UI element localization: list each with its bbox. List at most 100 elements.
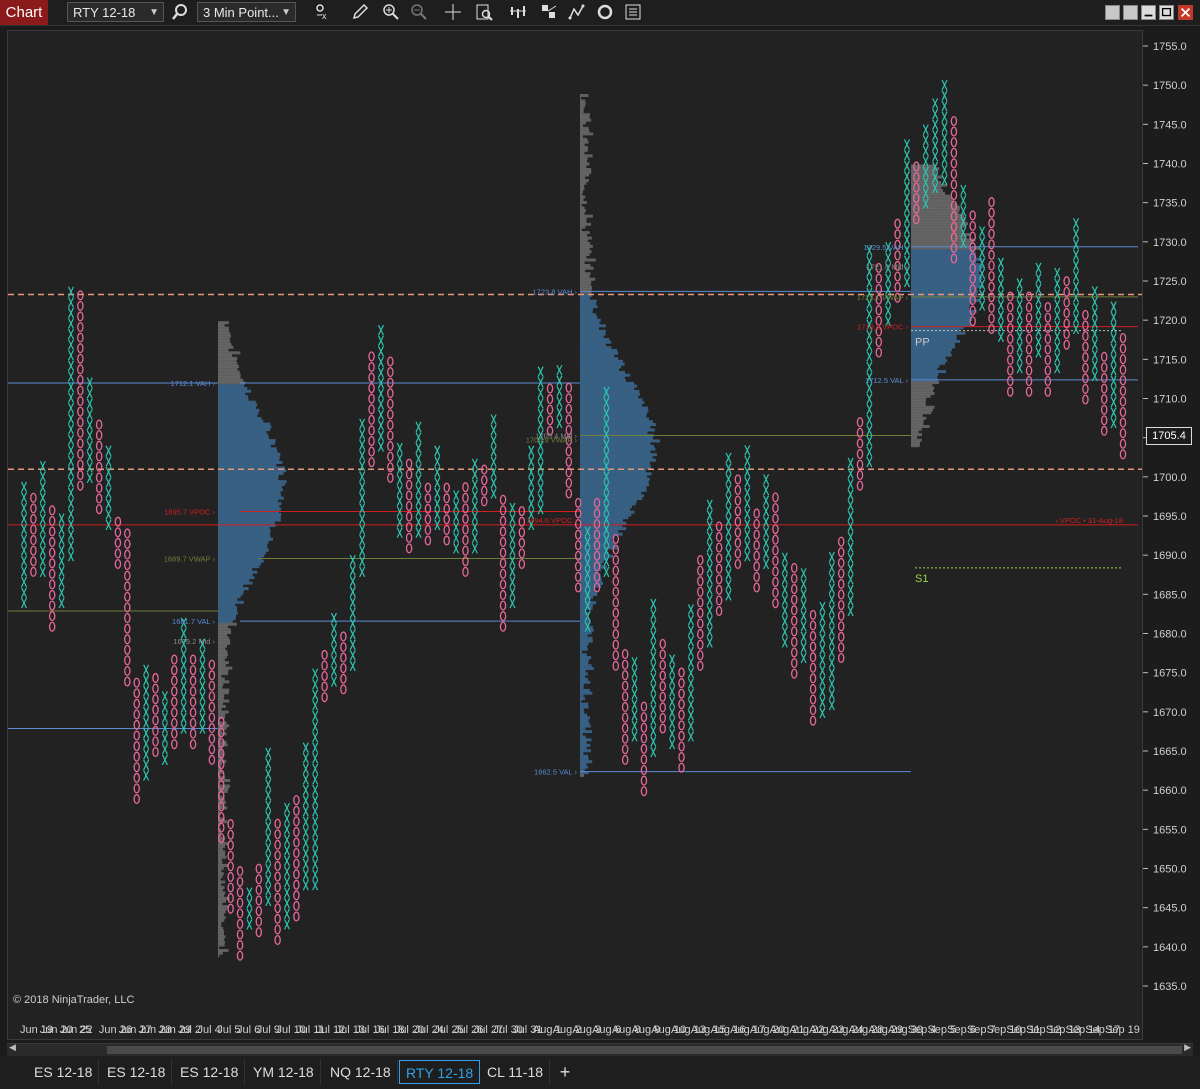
o-column	[837, 536, 845, 664]
x-column	[246, 887, 253, 930]
indicators-icon[interactable]	[568, 3, 586, 21]
crosshair-icon[interactable]	[444, 3, 462, 21]
zoom-in-icon[interactable]	[382, 3, 400, 21]
tab-ym[interactable]: YM 12-18	[247, 1060, 321, 1084]
maximize-icon[interactable]	[1159, 5, 1174, 20]
price-tick-label: 1645.0	[1153, 903, 1187, 915]
chart-panel[interactable]: 1712.1 VAH › 1695.7 VPOC › 1689.7 VWAP › 16…	[7, 30, 1143, 1040]
instrument-selector[interactable]: RTY 12-18 ▼	[67, 2, 164, 22]
x-column	[1054, 267, 1061, 374]
price-tick-label: 1695.0	[1153, 511, 1187, 523]
price-tick-label: 1665.0	[1153, 746, 1187, 758]
close-icon[interactable]	[1178, 5, 1193, 20]
tab-es-1[interactable]: ES 12-18	[28, 1060, 100, 1084]
tab-nq[interactable]: NQ 12-18	[324, 1060, 398, 1084]
price-tick-label: 1745.0	[1153, 119, 1187, 131]
x-column	[67, 286, 75, 562]
o-column	[753, 508, 760, 593]
price-tick-label: 1660.0	[1153, 785, 1187, 797]
svg-text:x: x	[322, 11, 327, 21]
price-axis[interactable]: 1755.0 1750.0 1745.0 1740.0 1735.0 1730.0 1725…	[1143, 30, 1200, 1040]
mid1-label: 1679.2 Mid ›	[173, 637, 215, 646]
price-tick-label: 1650.0	[1153, 864, 1187, 876]
x-column	[105, 445, 112, 531]
properties-icon[interactable]	[624, 3, 642, 21]
o-column	[894, 218, 901, 303]
x-column	[997, 257, 1004, 343]
chart-window-tab[interactable]: Chart	[0, 0, 48, 25]
add-tab-button[interactable]: +	[554, 1060, 576, 1084]
o-column	[424, 482, 432, 546]
x-column	[1035, 262, 1042, 358]
x-column	[283, 802, 291, 930]
o-column	[462, 482, 469, 577]
data-box-icon[interactable]	[475, 3, 493, 21]
x-column	[396, 442, 403, 538]
o-column	[518, 506, 526, 570]
search-icon[interactable]	[171, 3, 189, 21]
x-column	[265, 747, 272, 907]
minimize-icon[interactable]	[1141, 5, 1156, 20]
o-column	[988, 197, 995, 335]
price-tick-label: 1755.0	[1153, 41, 1187, 53]
o-column	[734, 474, 742, 570]
x-column	[828, 551, 835, 711]
x-column	[847, 457, 854, 617]
x-column	[434, 445, 441, 531]
tab-es-3[interactable]: ES 12-18	[174, 1060, 246, 1084]
bar-style-icon[interactable]	[509, 3, 527, 21]
o-column	[293, 795, 300, 922]
tab-rty[interactable]: RTY 12-18	[399, 1060, 481, 1084]
scroll-right-icon[interactable]: ▶	[1184, 1042, 1191, 1053]
naked_vpoc-label: ‹ VPOC • 31-Aug-18	[1055, 516, 1123, 525]
o-column	[809, 609, 817, 726]
period-selector[interactable]: 3 Min Point... ▼	[197, 2, 296, 22]
horizontal-scrollbar[interactable]: ◀ ▶	[7, 1042, 1193, 1056]
o-column	[772, 492, 779, 609]
vwap1-label: 1689.7 VWAP ›	[164, 555, 216, 564]
o-column	[612, 533, 620, 671]
price-tick-label: 1640.0	[1153, 942, 1187, 954]
o-column	[659, 638, 666, 734]
x-column	[20, 481, 28, 609]
o-column	[1119, 332, 1127, 460]
tab-es-2[interactable]: ES 12-18	[101, 1060, 173, 1084]
x-column	[819, 601, 826, 719]
period-selector-value: 3 Min Point...	[203, 5, 279, 20]
link-window-icon[interactable]	[1123, 5, 1138, 20]
pencil-icon[interactable]	[351, 3, 369, 21]
o-column	[236, 866, 244, 961]
x-column	[687, 604, 694, 742]
o-column	[1082, 309, 1089, 405]
x-column	[312, 668, 319, 891]
volume-profiles	[218, 94, 984, 958]
vah2-label: 1723.8 VAH ›	[533, 287, 578, 296]
o-column	[405, 458, 413, 554]
x-column	[58, 513, 65, 609]
o-column	[715, 521, 723, 617]
x-column	[885, 241, 892, 327]
x-column	[471, 458, 478, 554]
vpoc2-label: 1694.6 VPOC ›	[526, 516, 577, 525]
x-column	[453, 490, 460, 554]
price-tick-label: 1635.0	[1153, 981, 1187, 993]
o-column	[124, 528, 131, 687]
o-column	[368, 351, 375, 468]
zoom-out-icon[interactable]	[410, 3, 428, 21]
tile-window-icon[interactable]	[1105, 5, 1120, 20]
s1-label: S1	[915, 573, 928, 585]
scrollbar-thumb[interactable]	[107, 1046, 1182, 1054]
x-column	[86, 377, 93, 484]
o-column	[95, 419, 103, 515]
val3-label: 1712.5 VAL ›	[865, 376, 908, 385]
strategy-icon[interactable]	[596, 3, 614, 21]
object-select-icon[interactable]: x	[314, 3, 332, 21]
point-and-figure-chart[interactable]: 1712.1 VAH › 1695.7 VPOC › 1689.7 VWAP › 16…	[8, 31, 1143, 1040]
drawing-tools-icon[interactable]	[540, 3, 558, 21]
x-column	[1072, 217, 1080, 335]
instrument-tab-bar: ES 12-18 ES 12-18 ES 12-18 YM 12-18 NQ 1…	[0, 1056, 1200, 1089]
scroll-left-icon[interactable]: ◀	[9, 1042, 16, 1053]
tab-cl[interactable]: CL 11-18	[481, 1060, 551, 1084]
instrument-selector-value: RTY 12-18	[73, 5, 136, 20]
val1-label: 1681.7 VAL ›	[172, 617, 215, 626]
